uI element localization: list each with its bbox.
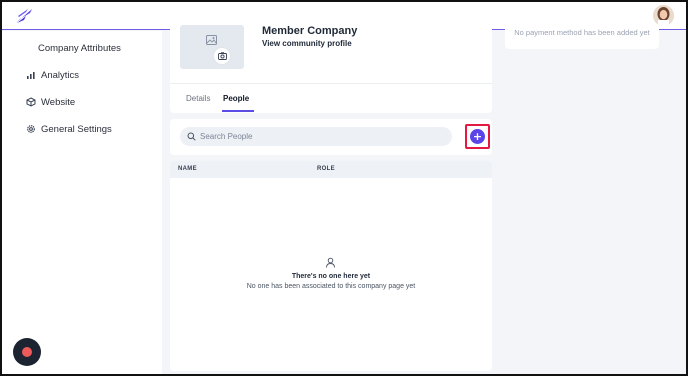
company-cover-image[interactable] — [180, 25, 244, 69]
add-person-button[interactable]: + — [470, 129, 485, 144]
tabs-bar: Details People — [170, 83, 492, 113]
record-icon — [22, 347, 32, 357]
empty-state-title: There's no one here yet — [291, 273, 371, 280]
cube-icon — [26, 97, 36, 107]
sidebar-item-company-attributes[interactable]: Company Attributes — [38, 39, 121, 57]
sidebar-item-label: Analytics — [41, 69, 80, 81]
main-content: Member Company View community profile De… — [162, 25, 686, 374]
sidebar-item-label: Website — [41, 96, 76, 108]
payment-method-card: No payment method has been added yet — [505, 25, 659, 49]
add-person-highlight: + — [465, 124, 490, 149]
camera-icon — [217, 52, 227, 60]
gear-icon — [27, 125, 35, 133]
active-tab-indicator — [222, 110, 254, 112]
sidebar-item-label: General Settings — [41, 123, 112, 135]
people-search-card: + — [170, 119, 492, 155]
user-avatar[interactable] — [653, 5, 674, 26]
change-photo-button[interactable] — [213, 47, 231, 65]
people-table: NAME ROLE There's no one here yet No one… — [170, 161, 492, 371]
sidebar-item-label: Company Attributes — [38, 42, 121, 54]
search-input[interactable] — [200, 129, 440, 144]
payment-empty-text: No payment method has been added yet — [514, 28, 650, 37]
empty-state-subtitle: No one has been associated to this compa… — [246, 283, 416, 290]
company-name: Member Company — [262, 25, 358, 37]
sidebar: Company Attributes Analytics Website Gen… — [2, 31, 162, 374]
tab-people[interactable]: People — [223, 94, 249, 103]
help-widget-button[interactable] — [13, 338, 41, 366]
tab-details[interactable]: Details — [186, 94, 210, 103]
sidebar-item-analytics[interactable]: Analytics — [26, 66, 79, 84]
column-header-role[interactable]: ROLE — [317, 166, 335, 172]
image-placeholder-icon — [206, 35, 217, 45]
column-header-name[interactable]: NAME — [178, 166, 197, 172]
view-community-profile-link[interactable]: View community profile — [262, 39, 352, 48]
sidebar-item-website[interactable]: Website — [26, 93, 75, 111]
bar-chart-icon — [27, 72, 35, 79]
sidebar-item-general-settings[interactable]: General Settings — [26, 120, 112, 138]
user-icon — [326, 257, 335, 268]
table-header: NAME ROLE — [170, 161, 492, 178]
search-icon — [187, 132, 196, 141]
feather-logo-icon[interactable] — [14, 7, 34, 25]
app-window: Company Attributes Analytics Website Gen… — [0, 0, 688, 376]
search-box[interactable] — [180, 127, 452, 146]
